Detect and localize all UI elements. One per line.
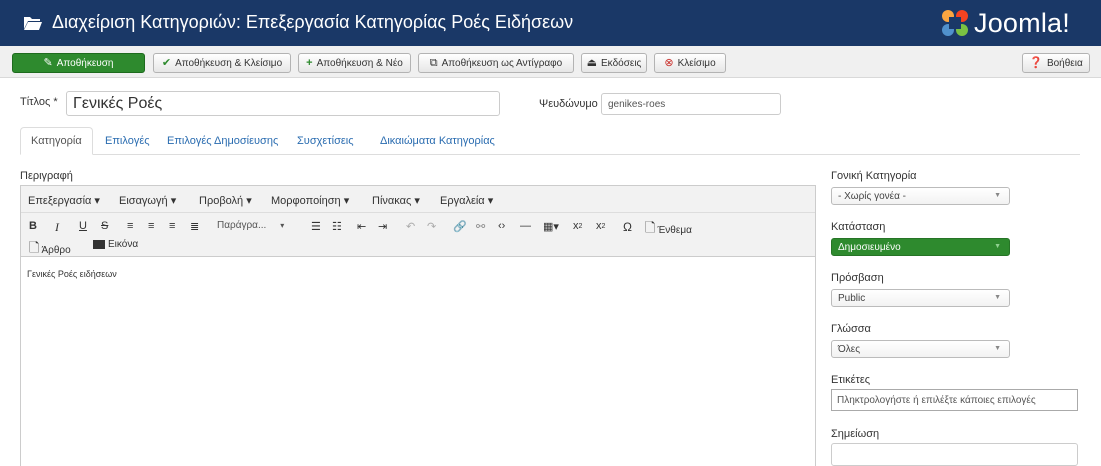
versions-button[interactable]: ⏏ Εκδόσεις (581, 53, 647, 73)
status-select[interactable]: Δημοσιευμένο ▼ (831, 238, 1010, 256)
menu-tools[interactable]: Εργαλεία ▾ (440, 194, 493, 207)
title-input[interactable]: Γενικές Ροές (66, 91, 500, 116)
special-character-icon[interactable]: Ω (623, 220, 632, 234)
save-copy-button[interactable]: ⧉ Αποθήκευση ως Αντίγραφο (418, 53, 574, 73)
align-center-icon[interactable]: ≡ (148, 220, 154, 232)
table-icon[interactable]: ▦▾ (543, 220, 559, 233)
checkmark-icon: ✔ (161, 56, 172, 69)
align-justify-icon[interactable]: ≣ (190, 220, 199, 233)
menu-view[interactable]: Προβολή ▾ (199, 194, 252, 207)
outdent-icon[interactable]: ⇤ (357, 220, 366, 233)
chevron-down-icon: ▾ (280, 221, 285, 230)
tags-input[interactable]: Πληκτρολογήστε ή επιλέξτε κάποιες επιλογ… (831, 389, 1078, 411)
help-button[interactable]: ❓ Βοήθεια (1022, 53, 1090, 73)
superscript-icon[interactable]: x2 (596, 220, 605, 232)
save-close-button[interactable]: ✔ Αποθήκευση & Κλείσιμο (153, 53, 291, 73)
parent-select[interactable]: - Χωρίς γονέα - ▼ (831, 187, 1010, 205)
alias-input[interactable]: genikes-roes (601, 93, 781, 115)
parent-label: Γονική Κατηγορία (831, 170, 917, 182)
close-button[interactable]: ⊗ Κλείσιμο (654, 53, 726, 73)
editor-menubar: Επεξεργασία ▾ Εισαγωγή ▾ Προβολή ▾ Μορφο… (21, 186, 815, 213)
module-button[interactable]: 🗋 Ένθεμα (645, 219, 692, 241)
format-select[interactable]: Παράγρα... ▾ (217, 220, 284, 231)
tags-label: Ετικέτες (831, 374, 871, 386)
undo-icon[interactable]: ↶ (406, 220, 415, 233)
status-label: Κατάσταση (831, 221, 886, 233)
alias-label: Ψευδώνυμο (539, 98, 598, 110)
cancel-circle-icon: ⊗ (664, 56, 674, 69)
tab-category[interactable]: Κατηγορία (20, 127, 93, 155)
numbered-list-icon[interactable]: ☷ (332, 220, 342, 233)
menu-edit[interactable]: Επεξεργασία ▾ (28, 194, 100, 207)
folder-open-icon (24, 17, 42, 30)
image-button[interactable]: Εικόνα (93, 239, 138, 250)
question-circle-icon: ❓ (1029, 56, 1043, 69)
tab-options[interactable]: Επιλογές (95, 127, 160, 155)
save-new-button[interactable]: + Αποθήκευση & Νέο (298, 53, 411, 73)
align-right-icon[interactable]: ≡ (169, 220, 175, 232)
rich-text-editor: Επεξεργασία ▾ Εισαγωγή ▾ Προβολή ▾ Μορφο… (20, 185, 816, 466)
toolbar: ✎ Αποθήκευση ✔ Αποθήκευση & Κλείσιμο + Α… (0, 46, 1101, 78)
strikethrough-icon[interactable]: S (101, 220, 108, 232)
save-button[interactable]: ✎ Αποθήκευση (12, 53, 145, 73)
underline-icon[interactable]: U (79, 220, 87, 232)
archive-icon: ⏏ (586, 56, 598, 69)
code-icon[interactable]: ‹› (498, 220, 505, 232)
plus-icon: + (306, 56, 313, 69)
bold-icon[interactable]: B (29, 220, 37, 232)
editor-toolbar: B I U S ≡ ≡ ≡ ≣ Παράγρα... ▾ ☰ ☷ ⇤ ⇥ ↶ ↷ … (21, 213, 815, 257)
chevron-down-icon: ▼ (994, 243, 1001, 250)
edit-icon: ✎ (43, 56, 53, 69)
note-label: Σημείωση (831, 428, 880, 440)
access-select[interactable]: Public ▼ (831, 289, 1010, 307)
link-icon[interactable]: 🔗 (453, 220, 467, 233)
language-label: Γλώσσα (831, 323, 871, 335)
joomla-logo-icon (942, 10, 968, 36)
redo-icon[interactable]: ↷ (427, 220, 436, 233)
picture-icon (93, 240, 105, 249)
description-label: Περιγραφή (20, 170, 73, 182)
horizontal-rule-icon[interactable]: — (520, 220, 531, 232)
align-left-icon[interactable]: ≡ (127, 220, 133, 232)
menu-table[interactable]: Πίνακας ▾ (372, 194, 420, 207)
access-label: Πρόσβαση (831, 272, 884, 284)
tab-publishing[interactable]: Επιλογές Δημοσίευσης (157, 127, 288, 155)
copy-icon: ⧉ (429, 56, 438, 69)
menu-format[interactable]: Μορφοποίηση ▾ (271, 194, 349, 207)
joomla-logo: Joomla! (940, 7, 1070, 39)
article-button[interactable]: 🗋 Άρθρο (29, 239, 71, 261)
page-title: Διαχείριση Κατηγοριών: Επεξεργασία Κατηγ… (52, 12, 574, 32)
tab-bar: Κατηγορία Επιλογές Επιλογές Δημοσίευσης … (20, 127, 1080, 155)
chevron-down-icon: ▼ (994, 294, 1001, 301)
bullet-list-icon[interactable]: ☰ (311, 220, 321, 233)
note-input[interactable] (831, 443, 1078, 466)
file-add-icon: 🗋 (645, 220, 656, 235)
chevron-down-icon: ▼ (994, 192, 1001, 199)
chevron-down-icon: ▼ (994, 345, 1001, 352)
italic-icon[interactable]: I (55, 220, 59, 235)
tab-permissions[interactable]: Δικαιώματα Κατηγορίας (370, 127, 505, 155)
tab-associations[interactable]: Συσχετίσεις (287, 127, 364, 155)
editor-content[interactable]: Γενικές Ροές ειδήσεων (27, 269, 117, 279)
joomla-logo-text: Joomla! (974, 7, 1070, 38)
indent-icon[interactable]: ⇥ (378, 220, 387, 233)
menu-insert[interactable]: Εισαγωγή ▾ (119, 194, 176, 207)
file-add-icon: 🗋 (29, 240, 40, 255)
subscript-icon[interactable]: x2 (573, 220, 582, 232)
page-header: Διαχείριση Κατηγοριών: Επεξεργασία Κατηγ… (0, 0, 1101, 46)
unlink-icon[interactable]: ⚯ (476, 220, 485, 233)
title-label: Τίτλος * (20, 96, 58, 108)
language-select[interactable]: Όλες ▼ (831, 340, 1010, 358)
